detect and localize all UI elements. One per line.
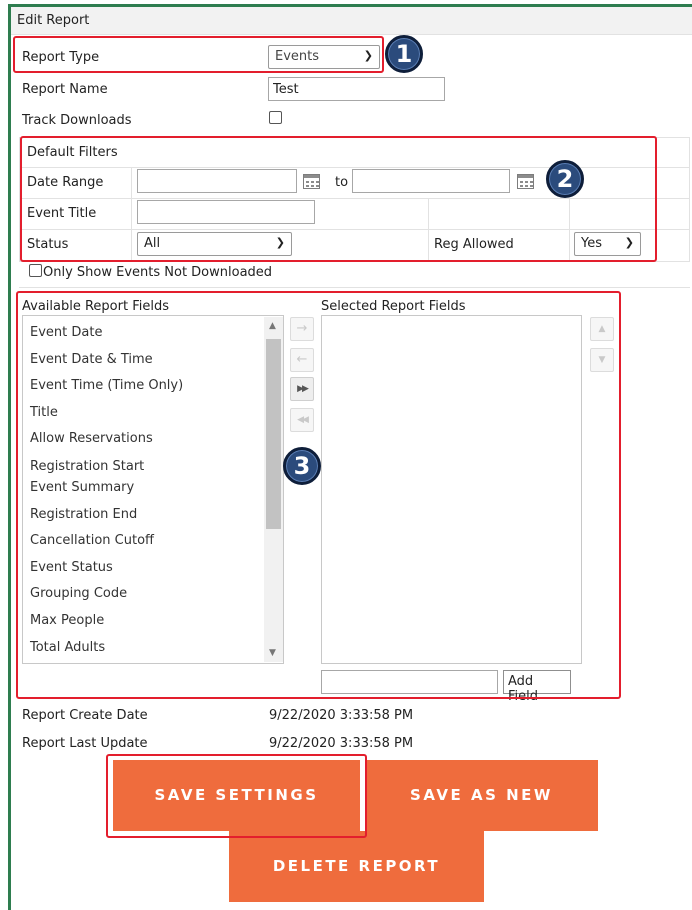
callout-badge-1: 1 bbox=[385, 35, 423, 73]
report-name-label: Report Name bbox=[22, 82, 108, 97]
highlight-box-report-type bbox=[13, 36, 384, 73]
highlight-box-default-filters bbox=[20, 136, 657, 262]
create-date-label: Report Create Date bbox=[22, 708, 148, 723]
callout-badge-2: 2 bbox=[546, 160, 584, 198]
save-as-new-button[interactable]: SAVE AS NEW bbox=[365, 760, 598, 831]
section-divider bbox=[19, 287, 690, 288]
last-update-value: 9/22/2020 3:33:58 PM bbox=[269, 736, 414, 751]
highlight-box-report-fields bbox=[16, 291, 621, 699]
track-downloads-label: Track Downloads bbox=[22, 113, 132, 128]
highlight-box-save-settings bbox=[106, 754, 367, 838]
callout-badge-3: 3 bbox=[283, 447, 321, 485]
create-date-value: 9/22/2020 3:33:58 PM bbox=[269, 708, 414, 723]
last-update-label: Report Last Update bbox=[22, 736, 148, 751]
only-not-downloaded-label: Only Show Events Not Downloaded bbox=[43, 265, 273, 280]
report-name-input[interactable] bbox=[268, 77, 445, 101]
panel-title-bar: Edit Report bbox=[11, 7, 692, 35]
only-not-downloaded-checkbox[interactable] bbox=[29, 264, 42, 277]
panel-title: Edit Report bbox=[17, 13, 90, 28]
delete-report-button[interactable]: DELETE REPORT bbox=[229, 831, 484, 902]
track-downloads-checkbox[interactable] bbox=[269, 111, 282, 124]
